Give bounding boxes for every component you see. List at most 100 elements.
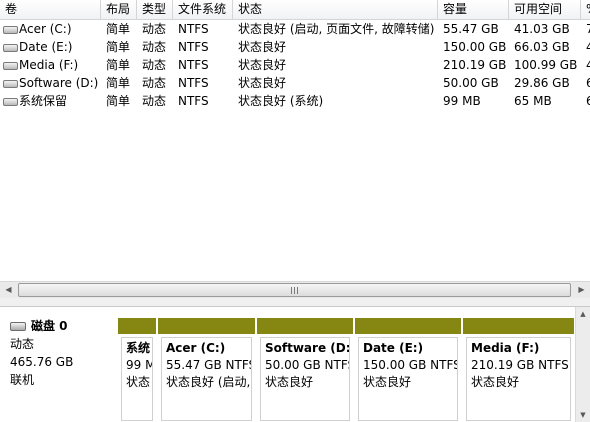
column-header-capacity[interactable]: 容量 (438, 0, 509, 19)
partition-bar (355, 318, 461, 334)
disk-map: 磁盘 0 动态 465.76 GB 联机 系统 99 M 状态 Acer (C:… (0, 307, 590, 422)
partition-status: 状态良好 (启动, (166, 375, 251, 389)
volume-name: Acer (C:) (19, 22, 72, 36)
partition-size: 150.00 GB NTFS (363, 358, 458, 372)
list-header: 卷 布局 类型 文件系统 状态 容量 可用空间 % (0, 0, 590, 20)
volume-filesystem: NTFS (178, 22, 209, 36)
disk-size: 465.76 GB (10, 355, 74, 369)
partition-software-d[interactable]: Software (D:) 50.00 GB NTFS 状态良好 (257, 318, 353, 421)
disk-title: 磁盘 0 (31, 319, 68, 333)
volume-layout: 简单 (106, 40, 131, 54)
scroll-down-icon[interactable]: ▼ (576, 408, 590, 422)
volume-status: 状态良好 (238, 40, 287, 54)
partition-name: Media (F:) (471, 341, 540, 355)
volume-free-space: 100.99 GB (514, 58, 578, 72)
volume-status: 状态良好 (启动, 页面文件, 故障转储) (238, 22, 435, 36)
volume-percent-free: 4 (586, 58, 590, 72)
volume-name: Software (D:) (19, 76, 99, 90)
partition-status: 状态良好 (363, 375, 412, 389)
partition-status: 状态良好 (265, 375, 314, 389)
volume-capacity: 50.00 GB (443, 76, 499, 90)
partition-size: 99 M (126, 358, 153, 372)
column-header-filesystem[interactable]: 文件系统 (173, 0, 233, 19)
volume-percent-free: 6 (586, 76, 590, 90)
partition-details: Date (E:) 150.00 GB NTFS 状态良好 (358, 337, 458, 421)
partition-size: 55.47 GB NTFS (166, 358, 252, 372)
partition-bar (257, 318, 353, 334)
volume-name: Date (E:) (19, 40, 73, 54)
partition-name: 系统 (126, 341, 151, 355)
partition-acer-c[interactable]: Acer (C:) 55.47 GB NTFS 状态良好 (启动, (158, 318, 255, 421)
volume-filesystem: NTFS (178, 40, 209, 54)
volume-rows: Acer (C:) 简单 动态 NTFS 状态良好 (启动, 页面文件, 故障转… (0, 20, 590, 110)
volume-filesystem: NTFS (178, 76, 209, 90)
column-header-free-space[interactable]: 可用空间 (509, 0, 581, 19)
partition-status: 状态良好 (471, 375, 520, 389)
table-row[interactable]: 系统保留 简单 动态 NTFS 状态良好 (系统) 99 MB 65 MB 6 (0, 92, 590, 110)
volume-free-space: 65 MB (514, 94, 552, 108)
partition-size: 50.00 GB NTFS (265, 358, 350, 372)
volume-filesystem: NTFS (178, 58, 209, 72)
table-row[interactable]: Date (E:) 简单 动态 NTFS 状态良好 150.00 GB 66.0… (0, 38, 590, 56)
pane-splitter[interactable] (0, 298, 590, 307)
partition-details: Software (D:) 50.00 GB NTFS 状态良好 (260, 337, 350, 421)
partition-details: 系统 99 M 状态 (121, 337, 153, 421)
volume-capacity: 210.19 GB (443, 58, 507, 72)
partition-status: 状态 (126, 375, 151, 389)
volume-layout: 简单 (106, 58, 131, 72)
disk-icon (10, 322, 26, 331)
horizontal-scrollbar[interactable]: ◀ ▶ (0, 281, 590, 298)
table-row[interactable]: Software (D:) 简单 动态 NTFS 状态良好 50.00 GB 2… (0, 74, 590, 92)
volume-type: 动态 (142, 94, 167, 108)
volume-layout: 简单 (106, 22, 131, 36)
volume-type: 动态 (142, 58, 167, 72)
column-header-type[interactable]: 类型 (137, 0, 173, 19)
partition-bar (463, 318, 574, 334)
disk-type: 动态 (10, 337, 35, 351)
partition-name: Date (E:) (363, 341, 424, 355)
scroll-left-icon[interactable]: ◀ (0, 282, 17, 298)
partition-bar (158, 318, 255, 334)
disk-status: 联机 (10, 373, 35, 387)
vertical-scrollbar[interactable]: ▲ ▼ (575, 307, 590, 422)
scroll-up-icon[interactable]: ▲ (576, 307, 590, 321)
volume-capacity: 150.00 GB (443, 40, 507, 54)
partition-size: 210.19 GB NTFS (471, 358, 569, 372)
table-row[interactable]: Acer (C:) 简单 动态 NTFS 状态良好 (启动, 页面文件, 故障转… (0, 20, 590, 38)
volume-status: 状态良好 (238, 58, 287, 72)
column-header-percent-free[interactable]: % (581, 0, 590, 19)
disk-title-line: 磁盘 0 (3, 317, 116, 335)
volume-percent-free: 4 (586, 40, 590, 54)
scroll-right-icon[interactable]: ▶ (573, 282, 590, 298)
volume-type: 动态 (142, 40, 167, 54)
column-header-status[interactable]: 状态 (233, 0, 438, 19)
volume-status: 状态良好 (238, 76, 287, 90)
volume-name: Media (F:) (19, 58, 79, 72)
volume-percent-free: 7 (586, 22, 590, 36)
partition-date-e[interactable]: Date (E:) 150.00 GB NTFS 状态良好 (355, 318, 461, 421)
disk-info[interactable]: 磁盘 0 动态 465.76 GB 联机 (3, 317, 116, 421)
partition-media-f[interactable]: Media (F:) 210.19 GB NTFS 状态良好 (463, 318, 574, 421)
volume-free-space: 41.03 GB (514, 22, 570, 36)
partition-bar (118, 318, 156, 334)
volume-filesystem: NTFS (178, 94, 209, 108)
volume-capacity: 99 MB (443, 94, 481, 108)
volume-capacity: 55.47 GB (443, 22, 499, 36)
scrollbar-thumb[interactable] (18, 283, 571, 297)
partition-system-reserved[interactable]: 系统 99 M 状态 (118, 318, 156, 421)
volume-free-space: 29.86 GB (514, 76, 570, 90)
column-header-volume[interactable]: 卷 (0, 0, 101, 19)
partition-name: Acer (C:) (166, 341, 226, 355)
table-row[interactable]: Media (F:) 简单 动态 NTFS 状态良好 210.19 GB 100… (0, 56, 590, 74)
volume-free-space: 66.03 GB (514, 40, 570, 54)
partition-details: Media (F:) 210.19 GB NTFS 状态良好 (466, 337, 571, 421)
volume-percent-free: 6 (586, 94, 590, 108)
volume-name: 系统保留 (19, 94, 68, 108)
volume-status: 状态良好 (系统) (238, 94, 324, 108)
volume-type: 动态 (142, 22, 167, 36)
volume-type: 动态 (142, 76, 167, 90)
volume-list[interactable]: 卷 布局 类型 文件系统 状态 容量 可用空间 % Acer (C:) 简单 动… (0, 0, 590, 281)
column-header-layout[interactable]: 布局 (101, 0, 137, 19)
partition-details: Acer (C:) 55.47 GB NTFS 状态良好 (启动, (161, 337, 252, 421)
volume-layout: 简单 (106, 94, 131, 108)
